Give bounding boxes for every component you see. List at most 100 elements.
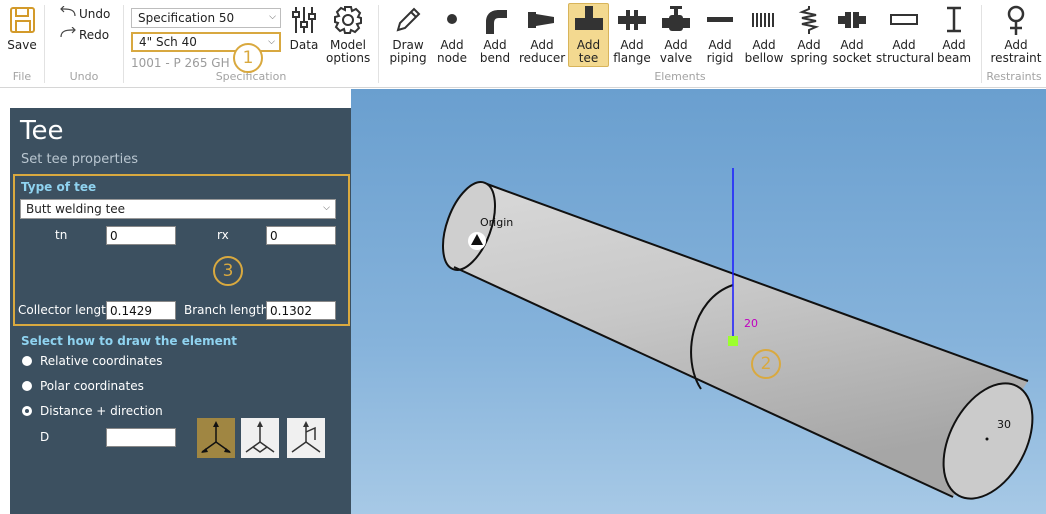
radio-polar-coordinates[interactable]: Polar coordinates	[22, 379, 144, 393]
add-socket-label-line2: socket	[832, 51, 872, 65]
redo-label: Redo	[79, 27, 110, 42]
tee-icon	[569, 4, 608, 36]
node-20-label: 20	[744, 317, 758, 330]
d-input[interactable]	[106, 428, 176, 447]
direction-button-2[interactable]	[241, 418, 279, 458]
model-viewport[interactable]: 20 Origin 30 2	[351, 89, 1046, 514]
pipe-body	[454, 184, 1028, 497]
add-spring-label-line2: spring	[790, 51, 828, 65]
add-valve-label: Add valve	[656, 39, 696, 65]
structural-icon	[876, 4, 932, 36]
radio-label: Polar coordinates	[40, 379, 144, 393]
add-bellow-label-line1: Add	[752, 38, 776, 52]
add-structural-label-line1: Add	[892, 38, 916, 52]
add-flange-button[interactable]: Add flange	[612, 4, 652, 65]
beam-icon	[936, 4, 972, 36]
add-reducer-label: Add reducer	[519, 39, 565, 65]
d-label: D	[40, 430, 50, 444]
undo-button[interactable]: Undo	[59, 5, 111, 21]
add-spring-button[interactable]: Add spring	[789, 4, 829, 65]
add-bellow-button[interactable]: Add bellow	[743, 4, 785, 65]
radio-button	[22, 381, 32, 391]
collector-length-input[interactable]	[106, 301, 176, 320]
direction-button-1[interactable]	[197, 418, 235, 458]
restraints-group-title: Restraints	[986, 70, 1042, 83]
bellow-icon	[743, 4, 785, 36]
undo-icon	[59, 5, 77, 21]
add-reducer-label-line1: Add	[530, 38, 554, 52]
add-reducer-label-line2: reducer	[519, 51, 566, 65]
add-flange-label: Add flange	[612, 39, 652, 65]
model-options-button[interactable]: Model options	[326, 4, 370, 65]
add-node-button[interactable]: Add node	[434, 4, 470, 65]
draw-piping-label-line1: Draw	[392, 38, 424, 52]
add-tee-label-line1: Add	[576, 38, 601, 52]
add-beam-button[interactable]: Add beam	[936, 4, 972, 65]
chevron-down-icon: ⌵	[268, 37, 275, 47]
model-options-label-line1: Model	[329, 38, 367, 52]
radio-button	[22, 356, 32, 366]
add-rigid-button[interactable]: Add rigid	[702, 4, 738, 65]
redo-icon	[59, 26, 77, 42]
valve-icon	[656, 4, 696, 36]
specification-code: 1001 - P 265 GH	[131, 56, 230, 70]
add-structural-label-line2: structural	[876, 51, 935, 65]
radio-label: Relative coordinates	[40, 354, 163, 368]
add-socket-button[interactable]: Add socket	[832, 4, 872, 65]
ribbon: Save File Undo Redo Undo Specification S…	[0, 0, 1046, 88]
add-bend-button[interactable]: Add bend	[476, 4, 514, 65]
node-20-marker[interactable]	[728, 336, 738, 346]
add-valve-label-line1: Add	[664, 38, 688, 52]
save-button[interactable]: Save	[4, 4, 40, 52]
undo-label: Undo	[79, 6, 111, 21]
data-button[interactable]: Data	[286, 4, 322, 52]
draw-piping-label-line2: piping	[389, 51, 427, 65]
type-of-tee-heading: Type of tee	[21, 180, 97, 194]
add-restraint-label-line1: Add	[1004, 38, 1028, 52]
branch-length-input[interactable]	[266, 301, 336, 320]
draw-method-heading: Select how to draw the element	[21, 334, 238, 348]
add-valve-button[interactable]: Add valve	[656, 4, 696, 65]
add-valve-label-line2: valve	[659, 51, 693, 65]
rx-label: rx	[217, 228, 229, 242]
restraint-icon	[990, 4, 1042, 36]
add-node-label: Add node	[434, 39, 470, 65]
branch-length-label: Branch length	[184, 303, 269, 317]
add-bend-label-line1: Add	[483, 38, 507, 52]
add-beam-label-line2: beam	[936, 51, 972, 65]
tn-label: tn	[55, 228, 68, 242]
reducer-icon	[519, 4, 565, 36]
add-socket-label: Add socket	[832, 39, 872, 65]
rx-input[interactable]	[266, 226, 336, 245]
radio-distance-direction[interactable]: Distance + direction	[22, 404, 163, 418]
data-label: Data	[289, 38, 319, 52]
panel-title: Tee	[20, 116, 64, 146]
add-spring-label: Add spring	[789, 39, 829, 65]
add-tee-button[interactable]: Add tee	[568, 3, 609, 67]
add-flange-label-line1: Add	[620, 38, 644, 52]
tee-type-value: Butt welding tee	[26, 202, 126, 216]
add-restraint-label: Add restraint	[990, 39, 1042, 65]
direction-button-3[interactable]	[287, 418, 325, 458]
draw-piping-button[interactable]: Draw piping	[388, 4, 428, 65]
radio-label: Distance + direction	[40, 404, 163, 418]
chevron-down-icon: ⌵	[269, 12, 276, 22]
axis-plane-icon	[245, 421, 275, 453]
add-structural-button[interactable]: Add structural	[876, 4, 935, 65]
add-restraint-button[interactable]: Add restraint	[990, 4, 1042, 65]
radio-relative-coordinates[interactable]: Relative coordinates	[22, 354, 162, 368]
elements-group-title: Elements	[654, 70, 706, 83]
callout-2: 2	[751, 349, 781, 379]
axis-direction-icon	[201, 421, 231, 453]
model-options-label: Model options	[326, 39, 370, 65]
node-30-label: 30	[997, 418, 1011, 431]
sliders-icon	[286, 4, 322, 36]
callout-1: 1	[233, 43, 263, 73]
add-reducer-button[interactable]: Add reducer	[519, 4, 565, 65]
tn-input[interactable]	[106, 226, 176, 245]
specification-select[interactable]: Specification 50 ⌵	[131, 8, 281, 28]
node-30-marker[interactable]	[985, 437, 989, 441]
tee-type-select[interactable]: Butt welding tee ⌵	[20, 199, 336, 219]
redo-button[interactable]: Redo	[59, 26, 110, 42]
add-node-label-line1: Add	[440, 38, 464, 52]
